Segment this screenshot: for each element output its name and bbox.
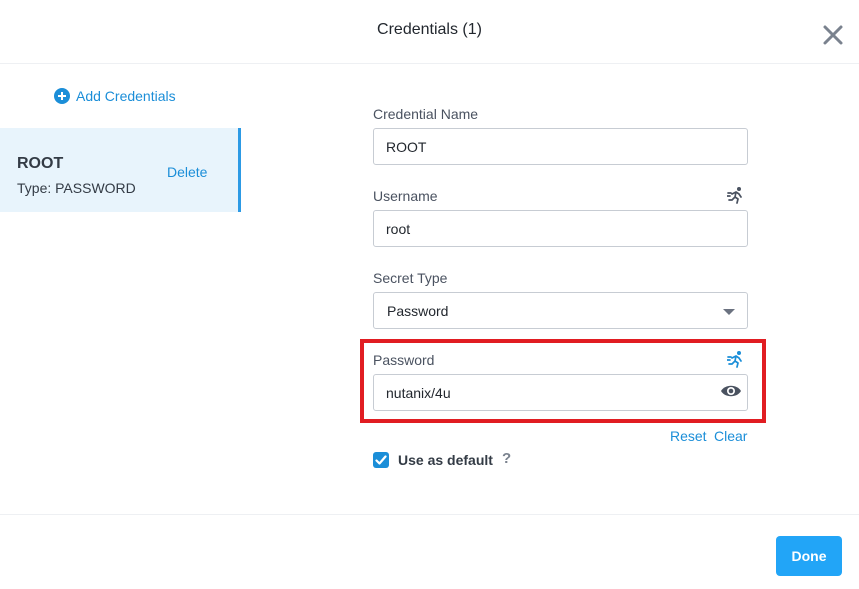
- close-icon[interactable]: [822, 24, 844, 46]
- use-as-default-label: Use as default: [398, 452, 493, 468]
- credential-name-input[interactable]: [373, 128, 748, 165]
- add-credentials-button[interactable]: Add Credentials: [54, 88, 176, 104]
- credential-name-label: Credential Name: [373, 106, 479, 122]
- checkmark-icon: [375, 455, 387, 465]
- eye-icon[interactable]: [720, 384, 742, 398]
- done-button[interactable]: Done: [776, 536, 842, 576]
- delete-credential-link[interactable]: Delete: [167, 164, 207, 180]
- secret-type-label: Secret Type: [373, 270, 448, 286]
- username-label: Username: [373, 188, 438, 204]
- dialog-title: Credentials (1): [377, 21, 482, 38]
- running-person-icon[interactable]: [727, 186, 745, 204]
- credential-item-type: Type: PASSWORD: [17, 180, 136, 196]
- running-person-icon[interactable]: [727, 350, 745, 368]
- clear-link[interactable]: Clear: [714, 428, 747, 444]
- reset-link[interactable]: Reset: [670, 428, 707, 444]
- dialog-header: Credentials (1): [0, 0, 859, 64]
- credential-list-item[interactable]: ROOT Type: PASSWORD Delete: [0, 128, 241, 212]
- password-label: Password: [373, 352, 435, 368]
- use-as-default-checkbox[interactable]: [373, 452, 389, 468]
- help-icon[interactable]: ?: [502, 450, 511, 467]
- username-input[interactable]: [373, 210, 748, 247]
- secret-type-value: Password: [387, 303, 449, 319]
- footer-divider: [0, 514, 859, 515]
- password-input[interactable]: [373, 374, 748, 411]
- credential-item-name: ROOT: [17, 155, 64, 172]
- credentials-dialog: Credentials (1) Add Credentials ROOT Typ…: [0, 0, 859, 589]
- plus-circle-icon: [54, 88, 70, 104]
- caret-down-icon: [723, 309, 735, 315]
- add-credentials-label: Add Credentials: [76, 88, 176, 104]
- secret-type-select[interactable]: Password: [373, 292, 748, 329]
